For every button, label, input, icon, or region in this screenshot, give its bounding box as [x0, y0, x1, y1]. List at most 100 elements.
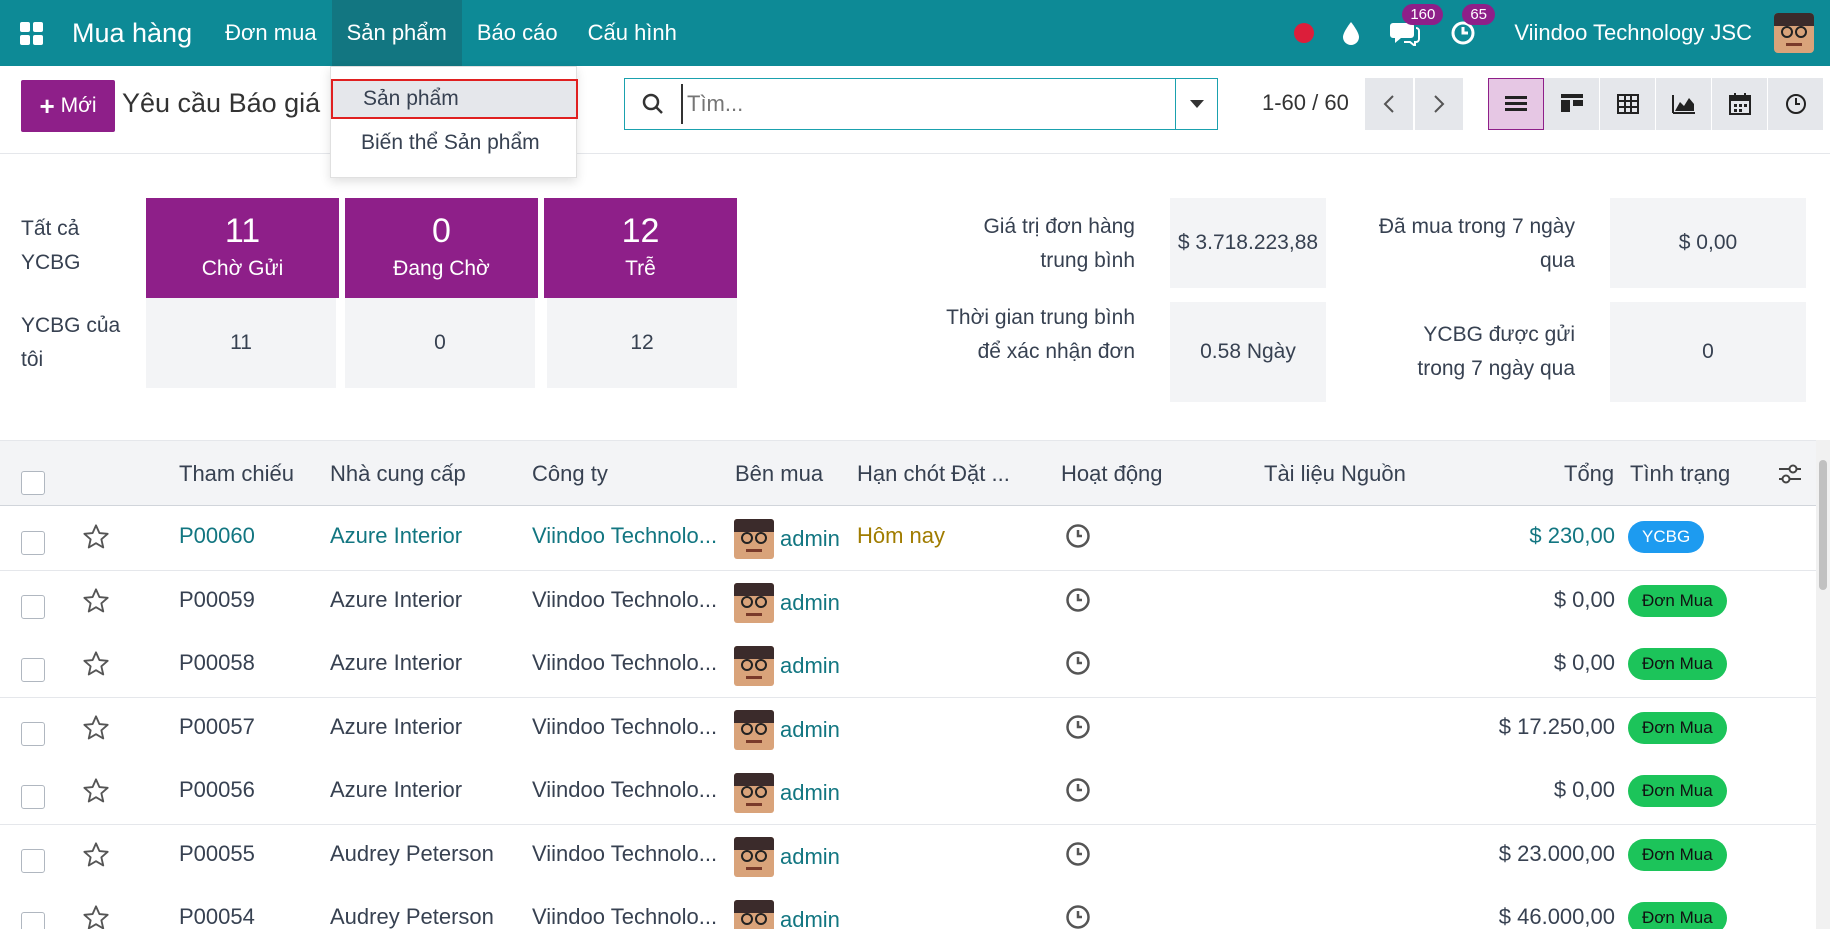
- activity-clock-icon[interactable]: [1065, 714, 1091, 745]
- pager-next-button[interactable]: [1415, 78, 1463, 130]
- cell-buyer[interactable]: admin: [734, 900, 840, 929]
- pager-previous-button[interactable]: [1365, 78, 1413, 130]
- col-company[interactable]: Công ty: [532, 461, 608, 487]
- cell-buyer[interactable]: admin: [734, 519, 840, 559]
- pager-value[interactable]: 1-60 / 60: [1262, 90, 1349, 116]
- scrollbar-thumb[interactable]: [1819, 460, 1827, 590]
- activity-view-button[interactable]: [1768, 78, 1824, 130]
- avg-confirm-value: 0.58 Ngày: [1170, 302, 1326, 402]
- favorite-star-icon[interactable]: [82, 777, 110, 810]
- top-navbar: Mua hàng Đơn mua Sản phẩm Báo cáo Cấu hì…: [0, 0, 1830, 66]
- new-button-label: Mới: [60, 94, 97, 117]
- row-checkbox[interactable]: [21, 912, 45, 929]
- avg-order-value: $ 3.718.223,88: [1170, 198, 1326, 288]
- cell-vendor: Audrey Peterson: [330, 840, 494, 866]
- table-row[interactable]: P00057 Azure Interior Viindoo Technolo... a…: [0, 697, 1816, 762]
- cell-buyer[interactable]: admin: [734, 582, 840, 623]
- table-scrollbar[interactable]: [1816, 440, 1830, 929]
- cell-vendor[interactable]: Azure Interior: [330, 523, 462, 549]
- table-row[interactable]: P00060 Azure Interior Viindoo Technolo... a…: [0, 507, 1816, 571]
- apps-menu-icon[interactable]: [0, 0, 62, 66]
- table-row[interactable]: P00054 Audrey Peterson Viindoo Technolo...…: [0, 888, 1816, 929]
- tile-to-send[interactable]: 11 Chờ Gửi: [146, 198, 339, 298]
- cell-buyer[interactable]: admin: [734, 709, 840, 750]
- menu-orders[interactable]: Đơn mua: [210, 0, 331, 66]
- col-reference[interactable]: Tham chiếu: [179, 461, 294, 487]
- messages-icon[interactable]: 160: [1390, 4, 1444, 46]
- row-checkbox[interactable]: [21, 531, 45, 555]
- row-checkbox[interactable]: [21, 658, 45, 682]
- list-view-button[interactable]: [1488, 78, 1544, 130]
- search-input[interactable]: [681, 84, 1175, 124]
- cell-vendor: Azure Interior: [330, 713, 463, 739]
- row-checkbox[interactable]: [21, 848, 45, 873]
- favorite-star-icon[interactable]: [82, 523, 110, 556]
- rfq-sent-label: YCBG được gửi trong 7 ngày qua: [1417, 323, 1575, 380]
- col-total[interactable]: Tổng: [1564, 461, 1614, 487]
- new-button[interactable]: + Mới: [21, 80, 115, 132]
- calendar-view-button[interactable]: [1712, 78, 1768, 130]
- my-waiting-count[interactable]: 0: [345, 298, 535, 388]
- dropdown-item-product-variants[interactable]: Biến thể Sản phẩm: [331, 123, 578, 163]
- activities-clock-icon[interactable]: 65: [1450, 4, 1495, 46]
- col-vendor[interactable]: Nhà cung cấp: [330, 461, 466, 487]
- graph-view-button[interactable]: [1656, 78, 1712, 130]
- menu-products[interactable]: Sản phẩm: [331, 0, 462, 66]
- kanban-view-button[interactable]: [1544, 78, 1600, 130]
- tile-waiting[interactable]: 0 Đang Chờ: [345, 198, 538, 298]
- cell-reference[interactable]: P00060: [179, 523, 255, 549]
- pivot-view-button[interactable]: [1600, 78, 1656, 130]
- cell-reference: P00059: [179, 586, 255, 612]
- table-row[interactable]: P00059 Azure Interior Viindoo Technolo... a…: [0, 570, 1816, 635]
- water-drop-icon[interactable]: [1342, 21, 1360, 45]
- purchased-7days-value: $ 0,00: [1610, 198, 1806, 288]
- search-options-toggle[interactable]: [1175, 79, 1217, 129]
- select-all-checkbox[interactable]: [21, 471, 45, 495]
- user-avatar[interactable]: [1774, 13, 1814, 53]
- activity-clock-icon[interactable]: [1065, 523, 1091, 554]
- activity-clock-icon[interactable]: [1065, 777, 1091, 808]
- my-late-count[interactable]: 12: [547, 298, 737, 388]
- cell-buyer[interactable]: admin: [734, 836, 840, 877]
- optional-columns-icon[interactable]: [1778, 463, 1802, 490]
- purchased-7days-label: Đã mua trong 7 ngày qua: [1378, 215, 1575, 272]
- favorite-star-icon[interactable]: [82, 904, 110, 929]
- row-checkbox[interactable]: [21, 785, 45, 809]
- avg-confirm-label: Thời gian trung bình để xác nhận đơn: [946, 306, 1135, 363]
- activity-clock-icon[interactable]: [1065, 650, 1091, 681]
- activity-clock-icon[interactable]: [1065, 587, 1091, 618]
- avg-order-label: Giá trị đơn hàng trung bình: [983, 215, 1135, 272]
- company-switcher[interactable]: Viindoo Technology JSC: [1514, 20, 1752, 46]
- row-checkbox[interactable]: [21, 594, 45, 619]
- my-to-send-count[interactable]: 11: [146, 298, 336, 388]
- col-status[interactable]: Tình trạng: [1630, 461, 1730, 487]
- favorite-star-icon[interactable]: [82, 714, 110, 747]
- row-checkbox[interactable]: [21, 721, 45, 746]
- cell-buyer[interactable]: admin: [734, 646, 840, 686]
- dropdown-item-products[interactable]: Sản phẩm: [331, 79, 578, 119]
- col-deadline[interactable]: Hạn chót Đặt ...: [857, 461, 1010, 487]
- col-activity[interactable]: Hoạt động: [1061, 461, 1163, 487]
- app-brand[interactable]: Mua hàng: [62, 0, 210, 66]
- table-row[interactable]: P00058 Azure Interior Viindoo Technolo... a…: [0, 634, 1816, 698]
- cell-company: Viindoo Technolo...: [532, 840, 718, 866]
- menu-configuration[interactable]: Cấu hình: [573, 0, 692, 66]
- favorite-star-icon[interactable]: [82, 650, 110, 683]
- tile-to-send-count: 11: [224, 212, 261, 250]
- favorite-star-icon[interactable]: [82, 587, 110, 620]
- menu-reporting[interactable]: Báo cáo: [462, 0, 573, 66]
- cell-company[interactable]: Viindoo Technolo...: [532, 523, 717, 549]
- search-bar: [624, 78, 1218, 130]
- activity-clock-icon[interactable]: [1065, 904, 1091, 929]
- status-dot-icon[interactable]: [1294, 23, 1315, 43]
- col-buyer[interactable]: Bên mua: [735, 461, 823, 487]
- col-source-document[interactable]: Tài liệu Nguồn: [1264, 461, 1406, 487]
- activity-clock-icon[interactable]: [1065, 841, 1091, 872]
- tile-late[interactable]: 12 Trễ: [544, 198, 737, 298]
- table-row[interactable]: P00055 Audrey Peterson Viindoo Technolo...…: [0, 824, 1816, 889]
- table-row[interactable]: P00056 Azure Interior Viindoo Technolo... a…: [0, 761, 1816, 825]
- buyer-name: admin: [780, 526, 840, 551]
- cell-buyer[interactable]: admin: [734, 773, 840, 813]
- favorite-star-icon[interactable]: [82, 841, 110, 874]
- my-rfq-label: YCBG của tôi: [21, 314, 121, 371]
